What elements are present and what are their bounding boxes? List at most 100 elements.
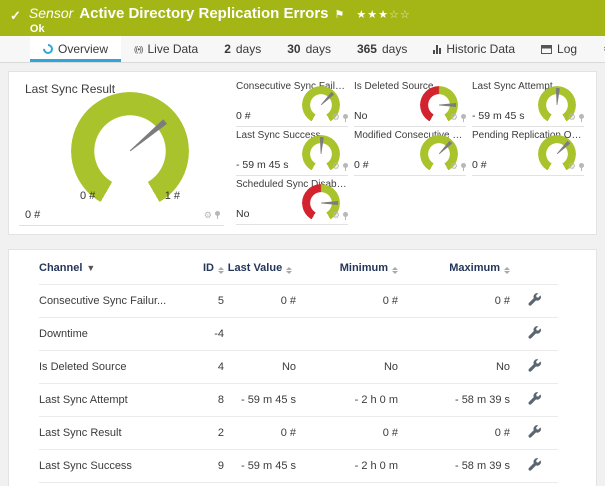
bar-chart-icon — [433, 44, 442, 54]
sort-caret-icon: ▼ — [86, 263, 96, 273]
tab-label: days — [235, 42, 262, 56]
tab-label: days — [381, 42, 408, 56]
minimum-cell: 0 # — [296, 482, 398, 486]
tab-historic-data[interactable]: Historic Data — [420, 36, 528, 62]
pin-icon[interactable] — [343, 211, 348, 220]
mini-gauge-panel: Modified Consecutive Sync F... 0 # ⚙ — [354, 127, 466, 176]
flag-icon[interactable]: ⚑ — [335, 8, 345, 21]
minimum-cell: - 2 h 0 m — [296, 449, 398, 483]
tab-label: Log — [557, 42, 578, 56]
channel-name-cell: Downtime — [39, 317, 184, 351]
channel-gear-icon[interactable]: ⚙ — [332, 113, 340, 122]
tab-settings[interactable]: ⚙ Settings — [590, 36, 605, 62]
tab-live-data[interactable]: ((•)) Live Data — [121, 36, 211, 62]
gauge-scale-min: 0 # — [80, 190, 96, 202]
minimum-cell — [296, 317, 398, 351]
log-table-icon — [541, 44, 553, 54]
tab-log[interactable]: Log — [528, 36, 590, 62]
gauge-value: 0 # — [472, 159, 487, 171]
priority-star-rating[interactable]: ★★★☆☆ — [356, 8, 410, 21]
maximum-cell: 0 # — [398, 482, 510, 486]
gauge-value: No — [236, 208, 250, 220]
channel-gear-icon[interactable]: ⚙ — [568, 162, 576, 171]
star-icon[interactable]: ★ — [378, 9, 389, 21]
pin-icon[interactable] — [215, 211, 220, 219]
channel-settings-wrench-icon[interactable] — [527, 293, 541, 306]
mini-gauge-grid: Consecutive Sync Failures 0 # ⚙ Is Delet… — [236, 78, 584, 228]
column-header-maximum[interactable]: Maximum — [398, 252, 510, 285]
gauge-value: - 59 m 45 s — [236, 159, 289, 171]
pin-icon[interactable] — [579, 162, 584, 171]
tab-30-days[interactable]: 30 days — [274, 36, 344, 62]
channel-gear-icon[interactable]: ⚙ — [332, 162, 340, 171]
channel-gear-icon[interactable]: ⚙ — [450, 113, 458, 122]
tab-label: Historic Data — [446, 42, 516, 56]
pin-icon[interactable] — [461, 113, 466, 122]
star-icon[interactable]: ★ — [356, 9, 367, 21]
channel-settings-wrench-icon[interactable] — [527, 458, 541, 471]
column-header-minimum[interactable]: Minimum — [296, 252, 398, 285]
column-header-actions — [510, 252, 558, 285]
sort-arrows-icon — [392, 267, 398, 274]
tab-2-days[interactable]: 2 days — [211, 36, 274, 62]
pin-icon[interactable] — [461, 162, 466, 171]
table-row: Consecutive Sync Failur... 5 0 # 0 # 0 # — [39, 284, 558, 318]
channel-settings-wrench-icon[interactable] — [527, 392, 541, 405]
mini-gauge-panel: Is Deleted Source No ⚙ — [354, 78, 466, 127]
maximum-cell: 0 # — [398, 416, 510, 450]
minimum-cell: 0 # — [296, 416, 398, 450]
sensor-status-text: Ok — [29, 23, 45, 35]
tab-overview[interactable]: Overview — [30, 36, 122, 62]
gauge-value: No — [354, 110, 368, 122]
sensor-header: ✓ Sensor Active Directory Replication Er… — [0, 0, 605, 36]
tab-365-days[interactable]: 365 days — [344, 36, 420, 62]
channel-id-cell: 6 — [184, 482, 224, 486]
channel-settings-wrench-icon[interactable] — [527, 359, 541, 372]
channel-gear-icon[interactable]: ⚙ — [568, 113, 576, 122]
channel-name-cell: Last Sync Success — [39, 449, 184, 483]
channel-gear-icon[interactable]: ⚙ — [204, 210, 212, 220]
maximum-cell — [398, 317, 510, 351]
channel-settings-wrench-icon[interactable] — [527, 425, 541, 438]
channel-id-cell: 2 — [184, 416, 224, 450]
star-icon[interactable]: ★ — [367, 9, 378, 21]
channel-id-cell: 8 — [184, 383, 224, 417]
channel-settings-wrench-icon[interactable] — [527, 326, 541, 339]
main-gauge: 0 # 1 # — [71, 92, 189, 210]
sort-arrows-icon — [504, 267, 510, 274]
channel-gear-icon[interactable]: ⚙ — [450, 162, 458, 171]
channel-name-cell: Is Deleted Source — [39, 350, 184, 384]
table-row: Downtime -4 — [39, 317, 558, 351]
channel-id-cell: 5 — [184, 284, 224, 318]
mini-gauge-panel: Consecutive Sync Failures 0 # ⚙ — [236, 78, 348, 127]
last-value-cell — [224, 317, 296, 351]
table-row: Last Sync Attempt 8 - 59 m 45 s - 2 h 0 … — [39, 383, 558, 417]
channel-name-cell: Modified Consecutive S... — [39, 482, 184, 486]
last-value-cell: 0 # — [224, 416, 296, 450]
column-header-channel[interactable]: Channel ▼ — [39, 252, 184, 285]
tab-label: Live Data — [147, 42, 199, 56]
sort-arrows-icon — [218, 267, 224, 274]
channel-gear-icon[interactable]: ⚙ — [332, 211, 340, 220]
star-icon[interactable]: ☆ — [400, 9, 411, 21]
table-row: Last Sync Success 9 - 59 m 45 s - 2 h 0 … — [39, 449, 558, 483]
last-value-cell: 0 # — [224, 284, 296, 318]
channel-name-cell: Consecutive Sync Failur... — [39, 284, 184, 318]
tab-bar: Overview ((•)) Live Data 2 days 30 days … — [0, 36, 605, 63]
object-kind-label: Sensor — [28, 5, 74, 21]
gauge-value: - 59 m 45 s — [472, 110, 525, 122]
tab-label: days — [305, 42, 331, 56]
maximum-cell: - 58 m 39 s — [398, 449, 510, 483]
tab-number: 365 — [356, 42, 377, 56]
gauge-scale-max: 1 # — [164, 190, 180, 202]
pin-icon[interactable] — [343, 162, 348, 171]
star-icon[interactable]: ☆ — [389, 9, 400, 21]
gauge-value: 0 # — [354, 159, 369, 171]
channel-name-cell: Last Sync Result — [39, 416, 184, 450]
pin-icon[interactable] — [579, 113, 584, 122]
minimum-cell: 0 # — [296, 284, 398, 318]
gauges-overview-card: Last Sync Result 0 # 1 # 0 # ⚙ Consecuti… — [8, 71, 597, 235]
column-header-last-value[interactable]: Last Value — [224, 252, 296, 285]
pin-icon[interactable] — [343, 113, 348, 122]
column-header-id[interactable]: ID — [184, 252, 224, 285]
